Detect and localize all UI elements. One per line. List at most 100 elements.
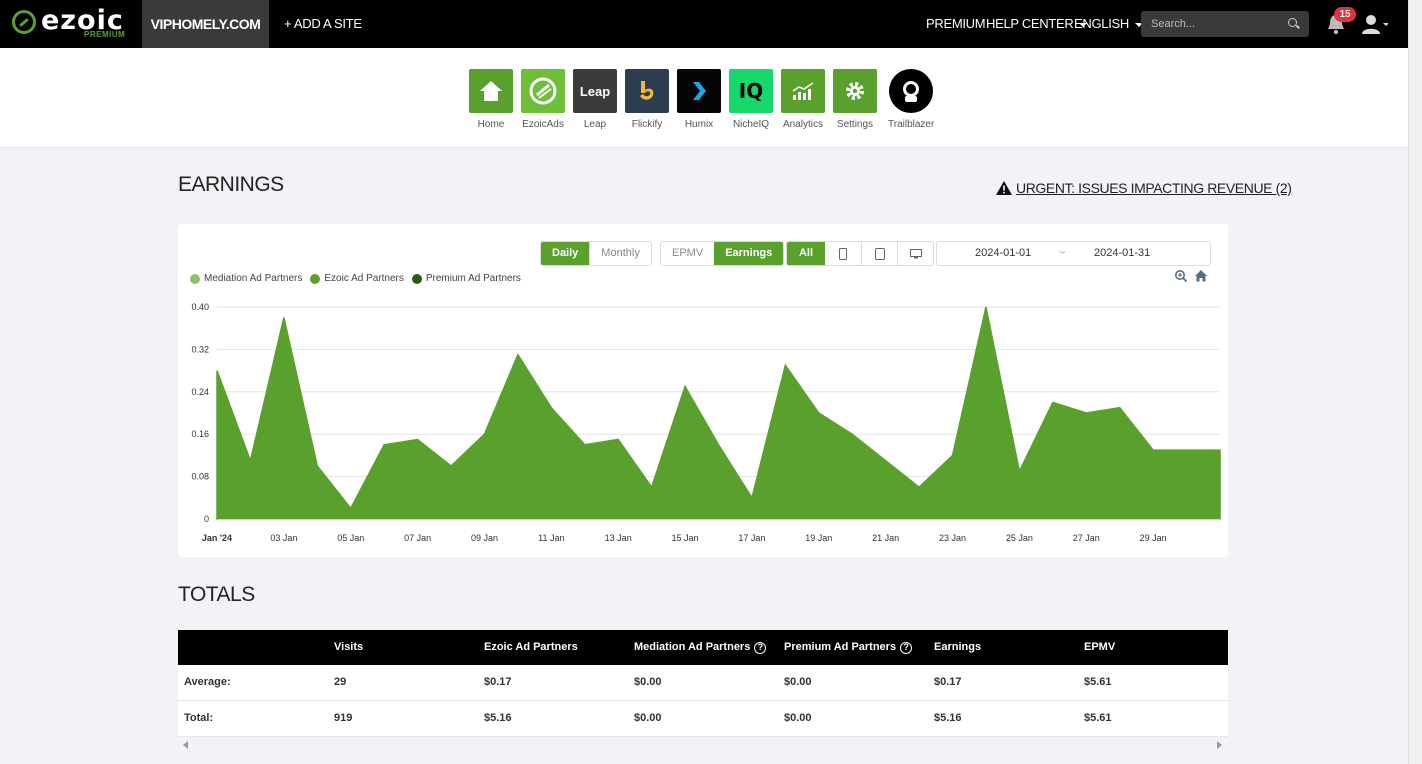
table-header: Visits Ezoic Ad Partners Mediation Ad Pa… [178,630,1228,665]
y-tick-label: 0 [204,514,209,524]
app-label: Trailblazer [888,119,935,130]
language-label: ENGLISH [1074,16,1129,31]
help-icon[interactable]: ? [900,641,913,654]
app-label: Home [477,119,505,130]
help-center-label: HELP CENTER [986,16,1074,31]
column-header: Mediation Ad Partners? [634,630,767,665]
table-cell: $0.00 [784,712,812,724]
home-icon [469,69,513,113]
earnings-chart-card: Daily Monthly EPMV Earnings All 2024-01-… [178,224,1228,557]
app-nicheiq[interactable]: IQ NicheIQ [728,69,774,130]
table-cell: $5.61 [1084,712,1112,724]
earnings-area-chart: 0 0.08 0.16 0.24 0.32 0.40 Jan '24 03 Jan 05 Jan… [191,302,1221,543]
x-tick-label: 29 Jan [1140,533,1167,543]
column-header: Premium Ad Partners? [784,630,913,665]
apps-bar: Home EzoicAds Leap Leap Flickify Humix I… [0,48,1408,148]
page-vertical-scrollbar[interactable] [1408,0,1422,764]
x-tick-label: 13 Jan [605,533,632,543]
trailblazer-icon [889,69,933,113]
x-tick-label: Jan '24 [202,533,232,543]
x-tick-label: 11 Jan [538,533,564,543]
x-tick-label: 17 Jan [738,533,765,543]
nicheiq-icon: IQ [729,69,773,113]
help-center-dropdown[interactable]: HELP CENTER [986,0,1088,48]
warning-icon [996,181,1012,195]
app-label: NicheIQ [732,119,770,130]
language-dropdown[interactable]: ENGLISH [1074,0,1143,48]
y-tick-label: 0.40 [191,302,209,312]
premium-link[interactable]: PREMIUM [926,0,986,48]
table-cell: $0.00 [634,712,662,724]
table-cell: $0.17 [934,676,962,688]
search-input[interactable] [1141,11,1309,37]
x-tick-label: 09 Jan [471,533,498,543]
app-leap[interactable]: Leap Leap [572,69,618,130]
table-cell: $5.16 [484,712,512,724]
y-tick-label: 0.08 [191,472,209,482]
x-tick-label: 15 Jan [672,533,699,543]
y-tick-label: 0.32 [191,344,209,354]
table-cell: $5.61 [1084,676,1112,688]
area-series-ezoic-ad-partners [216,306,1221,520]
logo-subtitle: PREMIUM [84,30,126,39]
y-tick-label: 0.16 [191,429,209,439]
app-analytics[interactable]: Analytics [780,69,826,130]
app-label: Settings [836,119,874,130]
app-ezoicads[interactable]: EzoicAds [520,69,566,130]
x-tick-label: 27 Jan [1073,533,1100,543]
column-header: EPMV [1084,641,1116,653]
x-tick-label: 25 Jan [1006,533,1033,543]
app-trailblazer[interactable]: Trailblazer [888,69,934,130]
ezoic-logo-icon [12,10,36,34]
top-navbar: ezoic PREMIUM VIPHOMELY.COM + ADD A SITE… [0,0,1408,48]
x-tick-label: 03 Jan [270,533,297,543]
app-label: EzoicAds [522,119,564,130]
scroll-right-arrow-icon[interactable] [1217,741,1222,749]
scroll-left-arrow-icon[interactable] [183,741,188,749]
table-row: Average: 29 $0.17 $0.00 $0.00 $0.17 $5.6… [178,665,1228,701]
analytics-icon [781,69,825,113]
ezoicads-icon [521,69,565,113]
app-label: Humix [684,119,714,130]
app-humix[interactable]: Humix [676,69,722,130]
row-label: Average: [184,676,231,688]
notification-badge: 15 [1334,7,1356,22]
app-label: Leap [583,119,607,130]
urgent-issues-label: URGENT: ISSUES IMPACTING REVENUE (2) [1016,180,1292,196]
add-site-link[interactable]: + ADD A SITE [284,0,362,48]
table-cell: $5.16 [934,712,962,724]
x-tick-label: 21 Jan [872,533,899,543]
earnings-title: EARNINGS [178,173,284,196]
table-cell: 919 [334,712,353,724]
table-cell: $0.00 [784,676,812,688]
totals-table: Visits Ezoic Ad Partners Mediation Ad Pa… [178,630,1228,737]
app-label: Analytics [782,119,823,130]
table-cell: $0.00 [634,676,662,688]
x-tick-label: 19 Jan [805,533,832,543]
site-selector[interactable]: VIPHOMELY.COM [142,0,269,48]
gear-icon [833,69,877,113]
search-icon[interactable] [1288,18,1297,27]
y-tick-label: 0.24 [191,387,209,397]
humix-icon [677,69,721,113]
app-label: Flickify [631,119,663,130]
totals-title: TOTALS [178,583,255,606]
user-avatar-icon[interactable] [1362,14,1388,36]
column-header: Ezoic Ad Partners [484,641,578,653]
x-tick-label: 07 Jan [404,533,431,543]
row-label: Total: [184,712,214,724]
flickify-icon [625,69,669,113]
ezoic-logo[interactable]: ezoic PREMIUM [12,6,132,42]
table-horizontal-scrollbar[interactable] [178,737,1228,753]
leap-icon: Leap [573,69,617,113]
x-tick-label: 05 Jan [337,533,364,543]
app-home[interactable]: Home [468,69,514,130]
column-header: Visits [334,641,364,653]
app-settings[interactable]: Settings [832,69,878,130]
table-cell: 29 [334,676,347,688]
app-flickify[interactable]: Flickify [624,69,670,130]
urgent-issues-link[interactable]: URGENT: ISSUES IMPACTING REVENUE (2) [996,180,1292,196]
column-header: Earnings [934,641,982,653]
table-cell: $0.17 [484,676,512,688]
help-icon[interactable]: ? [754,641,767,654]
